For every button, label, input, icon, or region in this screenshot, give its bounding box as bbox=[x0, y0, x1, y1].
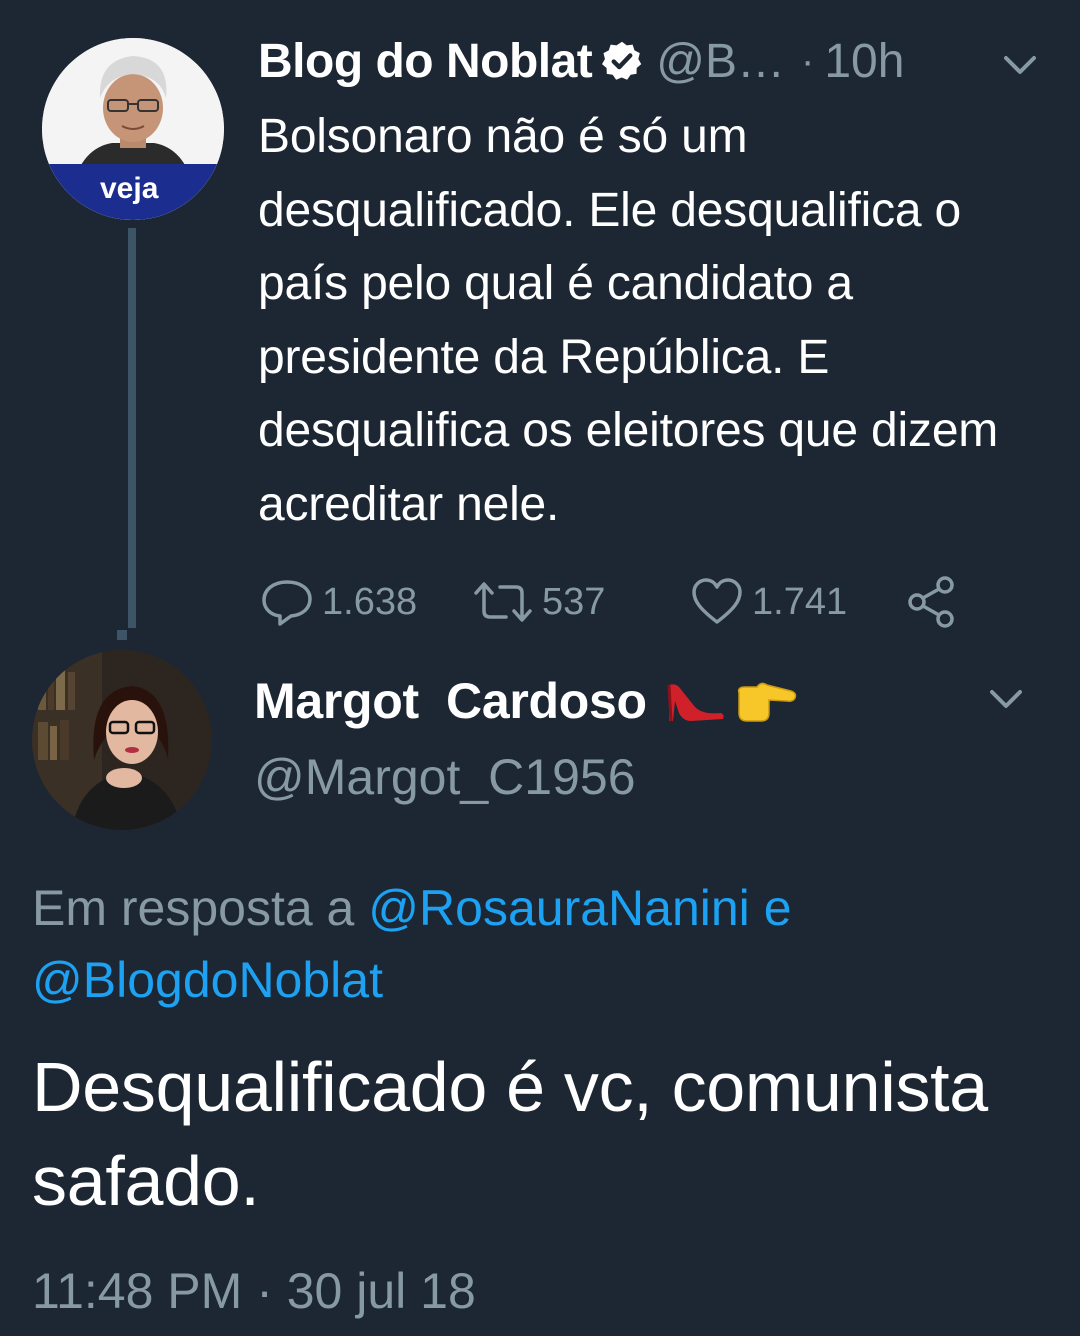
author-handle[interactable]: @B… bbox=[656, 34, 785, 89]
like-count: 1.741 bbox=[752, 580, 848, 623]
high-heel-icon bbox=[667, 684, 724, 722]
reply-text: Desqualificado é vc, comunista safado. bbox=[32, 1048, 988, 1220]
reply-author-handle[interactable]: @Margot_C1956 bbox=[254, 748, 636, 806]
tweet-header: Blog do Noblat @B… · 10h bbox=[258, 30, 904, 92]
thread-line-end bbox=[117, 630, 127, 640]
retweet-count: 537 bbox=[542, 580, 606, 623]
separator-dot: · bbox=[801, 38, 815, 83]
reply-button[interactable]: 1.638 bbox=[260, 572, 417, 632]
mention-link-blogdonoblat[interactable]: @BlogdoNoblat bbox=[32, 952, 383, 1008]
share-icon bbox=[908, 576, 954, 628]
chevron-down-icon[interactable] bbox=[986, 686, 1026, 712]
reply-author-avatar[interactable] bbox=[32, 650, 212, 830]
like-icon bbox=[692, 578, 742, 624]
tweet-text: Bolsonaro não é só um desqualificado. El… bbox=[258, 110, 999, 531]
share-button[interactable] bbox=[905, 572, 967, 632]
reply-author-name[interactable]: Margot Cardoso bbox=[254, 672, 647, 730]
reply-timestamp: 11:48 PM · 30 jul 18 bbox=[32, 1263, 476, 1319]
mention-link-rosaura[interactable]: @RosauraNanini bbox=[368, 880, 750, 936]
like-button[interactable]: 1.741 bbox=[690, 572, 847, 632]
verified-badge-icon bbox=[602, 41, 642, 80]
retweet-icon bbox=[474, 582, 532, 622]
author-avatar[interactable]: veja bbox=[42, 38, 224, 220]
reply-context: Em resposta a @RosauraNanini e @BlogdoNo… bbox=[32, 872, 1052, 1016]
thread-line bbox=[128, 228, 136, 628]
author-name[interactable]: Blog do Noblat bbox=[258, 34, 593, 89]
mention-conjunction: e bbox=[763, 880, 792, 936]
reply-count: 1.638 bbox=[322, 580, 418, 623]
chevron-down-icon[interactable] bbox=[1000, 52, 1040, 78]
tweet-time[interactable]: 10h bbox=[824, 34, 904, 89]
reply-icon bbox=[262, 580, 312, 626]
pointing-right-icon bbox=[737, 682, 796, 722]
reply-author-name-row: Margot Cardoso bbox=[254, 672, 799, 730]
retweet-button[interactable]: 537 bbox=[472, 572, 605, 632]
reply-prefix: Em resposta a bbox=[32, 880, 355, 936]
avatar-badge-text: veja bbox=[100, 172, 159, 205]
